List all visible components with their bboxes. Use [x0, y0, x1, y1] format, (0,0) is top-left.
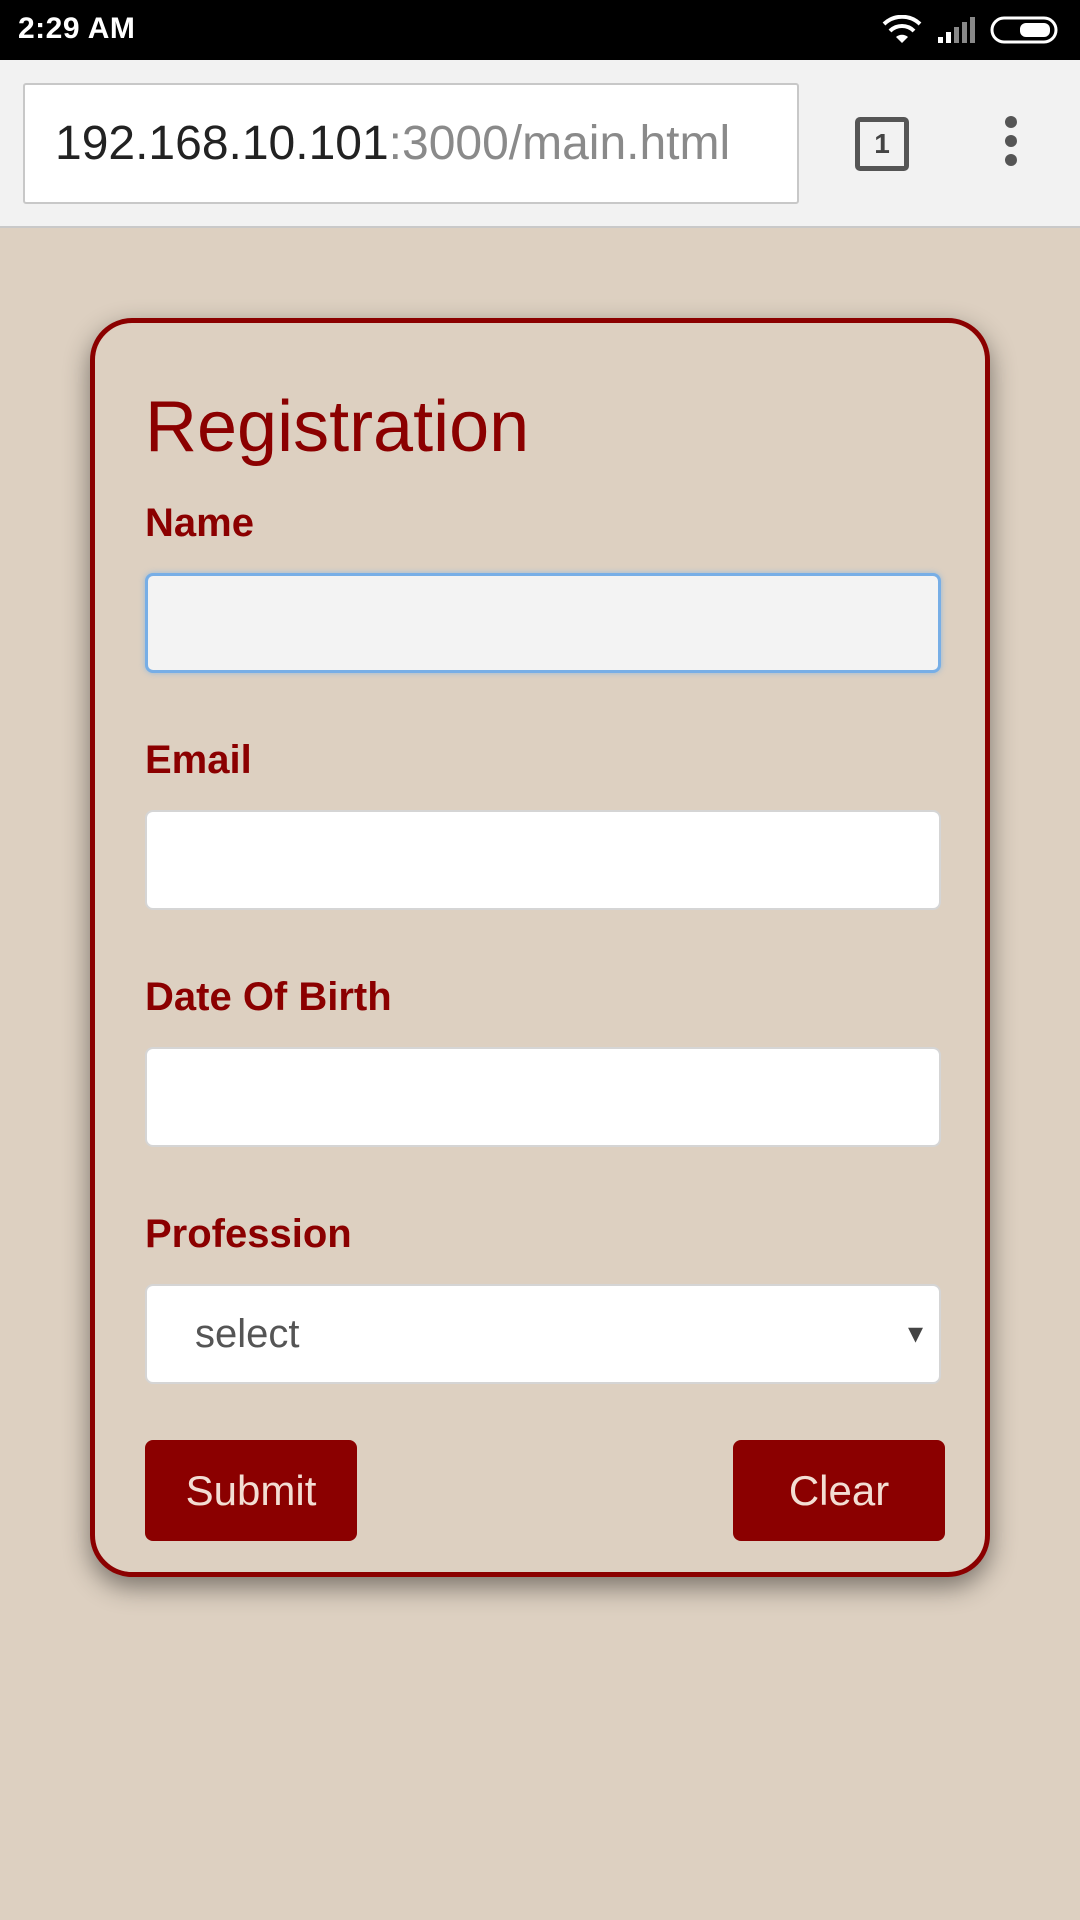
wifi-icon: [882, 15, 922, 43]
status-bar: 2:29 AM: [0, 0, 1080, 60]
dob-input[interactable]: [145, 1047, 941, 1147]
more-vert-icon[interactable]: [1000, 116, 1022, 172]
address-bar[interactable]: 192.168.10.101:3000/main.html: [23, 83, 799, 204]
profession-selected-value: select: [195, 1311, 300, 1356]
url-host: 192.168.10.101: [55, 117, 389, 170]
status-icons: [882, 14, 1062, 46]
chevron-down-icon: ▾: [907, 1317, 923, 1350]
submit-button[interactable]: Submit: [145, 1440, 357, 1541]
form-title: Registration: [145, 387, 530, 467]
tab-switcher-button[interactable]: 1: [855, 117, 909, 171]
browser-toolbar: 192.168.10.101:3000/main.html 1: [0, 60, 1080, 228]
email-input[interactable]: [145, 810, 941, 910]
signal-icon: [938, 17, 975, 43]
email-label: Email: [145, 738, 252, 782]
name-label: Name: [145, 501, 254, 545]
name-input[interactable]: [145, 573, 941, 673]
registration-card: Registration Name Email Date Of Birth Pr…: [90, 318, 990, 1577]
profession-label: Profession: [145, 1212, 352, 1256]
url-path: :3000/main.html: [388, 117, 731, 170]
dob-label: Date Of Birth: [145, 975, 392, 1019]
status-time: 2:29 AM: [18, 12, 136, 45]
battery-icon: [990, 16, 1058, 44]
tab-count: 1: [874, 128, 890, 159]
clear-button[interactable]: Clear: [733, 1440, 945, 1541]
profession-select[interactable]: select ▾: [145, 1284, 941, 1384]
